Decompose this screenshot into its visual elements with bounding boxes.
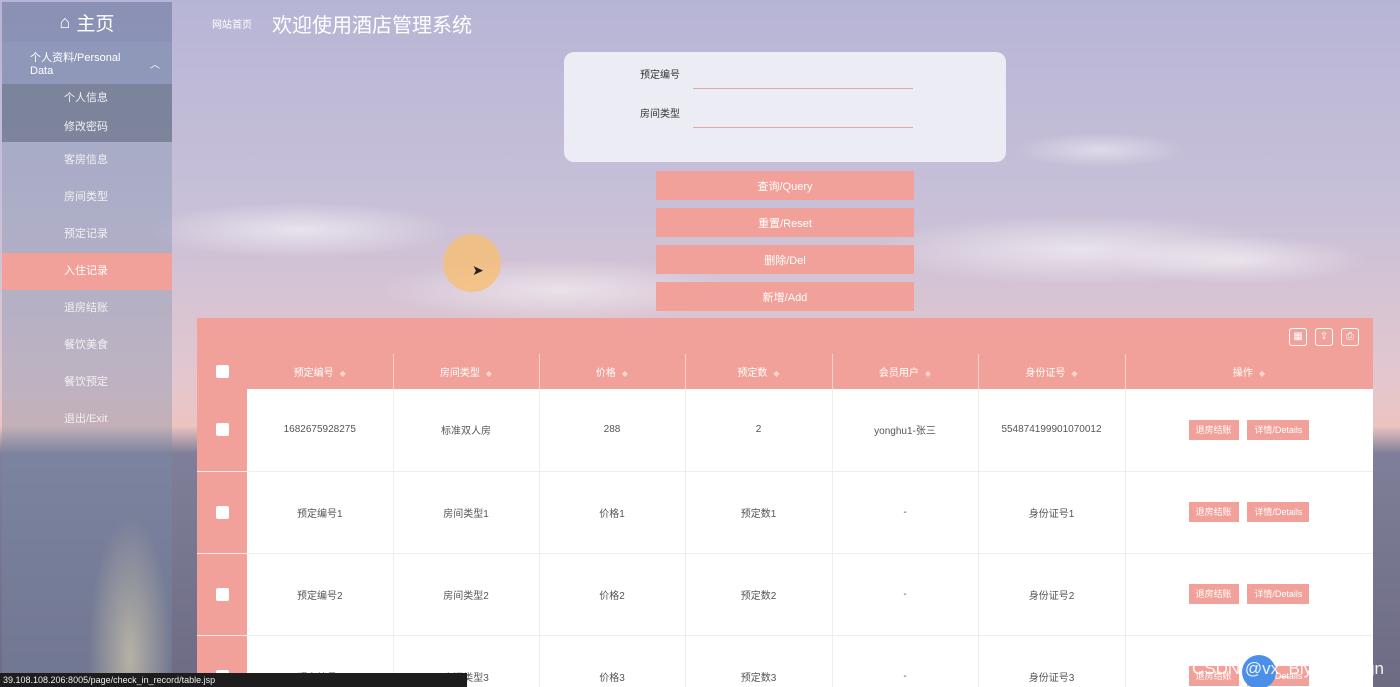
print-icon[interactable]: ⎙: [1341, 328, 1359, 346]
breadcrumb-home[interactable]: 网站首页: [212, 16, 252, 31]
col-header-room-type[interactable]: 房间类型 ◆: [393, 354, 540, 389]
group-label: 个人资料/Personal Data: [30, 52, 121, 77]
row-checkbox[interactable]: [215, 505, 229, 519]
cell-quantity: 预定数3: [685, 635, 833, 687]
cell-booking-number: 1682675928275: [247, 389, 394, 472]
booking-number-input[interactable]: [693, 67, 913, 89]
col-header-id-number[interactable]: 身份证号 ◆: [978, 354, 1126, 389]
add-button[interactable]: 新增/Add: [656, 282, 914, 311]
sidebar-item-booking-records[interactable]: 预定记录: [2, 216, 172, 253]
table-toolbar: ▦ ⇪ ⎙: [197, 318, 1373, 354]
query-button[interactable]: 查询/Query: [656, 171, 914, 200]
table-header-row: 预定编号 ◆ 房间类型 ◆ 价格 ◆ 预定数 ◆ 会员用户 ◆ 身份证号 ◆ 操作 ◆: [197, 354, 1373, 389]
sidebar-item-checkin-records[interactable]: 入住记录: [2, 253, 172, 290]
cell-member: -: [832, 471, 979, 554]
cell-quantity: 预定数2: [685, 553, 833, 636]
reset-button[interactable]: 重置/Reset: [656, 208, 914, 237]
table-row: 1682675928275 标准双人房 288 2 yonghu1-张三 554…: [197, 389, 1373, 472]
cell-actions: 退房结账 详情/Details: [1125, 553, 1373, 636]
sidebar-subitems: 个人信息 修改密码: [2, 84, 172, 142]
booking-number-label: 预定编号: [640, 70, 680, 81]
cell-price: 价格3: [539, 635, 686, 687]
cell-actions: 退房结账 详情/Details: [1125, 389, 1373, 472]
cell-booking-number: 预定编号2: [247, 553, 394, 636]
select-all-checkbox[interactable]: [215, 365, 229, 378]
cell-member: yonghu1-张三: [832, 389, 979, 472]
cell-price: 价格2: [539, 553, 686, 636]
cell-member: -: [832, 635, 979, 687]
details-button[interactable]: 详情/Details: [1247, 502, 1310, 522]
cell-price: 288: [539, 389, 686, 472]
row-check-cell: [197, 553, 247, 636]
checkout-button[interactable]: 退房结账: [1188, 419, 1239, 440]
checkout-button[interactable]: 退房结账: [1188, 584, 1239, 604]
sort-icon: ◆: [1258, 369, 1266, 378]
room-type-input[interactable]: [693, 106, 913, 128]
room-type-label: 房间类型: [640, 109, 680, 120]
status-url: 39.108.108.206:8005/page/check_in_record…: [0, 673, 467, 687]
sidebar: ⌂ 主页 个人资料/Personal Data ︿ 个人信息 修改密码 客房信息…: [2, 2, 172, 687]
chevron-up-icon: ︿: [150, 59, 160, 71]
sort-icon: ◆: [924, 369, 932, 378]
home-link[interactable]: ⌂ 主页: [2, 2, 172, 42]
sidebar-item-food-booking[interactable]: 餐饮预定: [2, 364, 172, 401]
row-check-cell: [197, 471, 247, 554]
row-checkbox[interactable]: [215, 423, 229, 437]
cell-id-number: 身份证号1: [978, 471, 1126, 554]
cell-quantity: 2: [685, 389, 833, 472]
col-header-member[interactable]: 会员用户 ◆: [832, 354, 979, 389]
search-panel: 预定编号 房间类型: [564, 52, 1006, 162]
col-header-actions[interactable]: 操作 ◆: [1125, 354, 1373, 389]
details-button[interactable]: 详情/Details: [1247, 419, 1310, 440]
table-row: 预定编号1 房间类型1 价格1 预定数1 - 身份证号1 退房结账 详情/Det…: [197, 471, 1373, 554]
checkout-button[interactable]: 退房结账: [1188, 502, 1239, 522]
sidebar-item-change-password[interactable]: 修改密码: [2, 113, 172, 142]
watermark: CSDN @vx_Biye_Design: [1191, 659, 1384, 678]
delete-button[interactable]: 删除/Del: [656, 245, 914, 274]
cell-id-number: 554874199901070012: [978, 389, 1126, 472]
mouse-cursor-icon: ➤: [472, 262, 484, 278]
select-all-cell: [197, 354, 247, 389]
col-header-quantity[interactable]: 预定数 ◆: [685, 354, 833, 389]
col-header-booking-number[interactable]: 预定编号 ◆: [247, 354, 394, 389]
row-checkbox[interactable]: [215, 587, 229, 601]
columns-icon[interactable]: ▦: [1289, 328, 1307, 346]
sidebar-item-checkout[interactable]: 退房结账: [2, 290, 172, 327]
cell-booking-number: 预定编号1: [247, 471, 394, 554]
details-button[interactable]: 详情/Details: [1247, 584, 1310, 604]
cell-room-type: 房间类型2: [393, 553, 540, 636]
cell-id-number: 身份证号3: [978, 635, 1126, 687]
top-bar: 网站首页 欢迎使用酒店管理系统: [172, 2, 1400, 44]
records-table-container: ▦ ⇪ ⎙ 预定编号 ◆ 房间类型 ◆ 价格 ◆ 预定数 ◆ 会员用户 ◆ 身份证号 ◆ 操…: [197, 318, 1373, 687]
room-type-field: 房间类型: [640, 105, 913, 128]
cell-price: 价格1: [539, 471, 686, 554]
sidebar-item-exit[interactable]: 退出/Exit: [2, 401, 172, 438]
cell-room-type: 房间类型1: [393, 471, 540, 554]
cell-id-number: 身份证号2: [978, 553, 1126, 636]
page-title: 欢迎使用酒店管理系统: [272, 14, 472, 37]
sort-icon: ◆: [621, 369, 629, 378]
sidebar-item-profile[interactable]: 个人信息: [2, 84, 172, 113]
home-icon: ⌂: [59, 11, 71, 32]
sort-icon: ◆: [773, 369, 780, 378]
records-table: 预定编号 ◆ 房间类型 ◆ 价格 ◆ 预定数 ◆ 会员用户 ◆ 身份证号 ◆ 操作 ◆ 168…: [197, 354, 1373, 687]
sidebar-item-room-type[interactable]: 房间类型: [2, 179, 172, 216]
booking-number-field: 预定编号: [640, 66, 913, 89]
col-header-price[interactable]: 价格 ◆: [539, 354, 686, 389]
cell-room-type: 标准双人房: [393, 389, 540, 472]
sort-icon: ◆: [1071, 369, 1078, 378]
cell-member: -: [832, 553, 979, 636]
sidebar-item-food[interactable]: 餐饮美食: [2, 327, 172, 364]
sort-icon: ◆: [339, 369, 346, 378]
home-label: 主页: [76, 13, 115, 35]
cell-quantity: 预定数1: [685, 471, 833, 554]
sidebar-item-room-info[interactable]: 客房信息: [2, 142, 172, 179]
table-row: 预定编号2 房间类型2 价格2 预定数2 - 身份证号2 退房结账 详情/Det…: [197, 553, 1373, 636]
cell-actions: 退房结账 详情/Details: [1125, 471, 1373, 554]
sidebar-group-personal-data[interactable]: 个人资料/Personal Data ︿: [2, 42, 172, 84]
sort-icon: ◆: [485, 369, 493, 378]
export-icon[interactable]: ⇪: [1315, 328, 1333, 346]
row-check-cell: [197, 389, 247, 472]
